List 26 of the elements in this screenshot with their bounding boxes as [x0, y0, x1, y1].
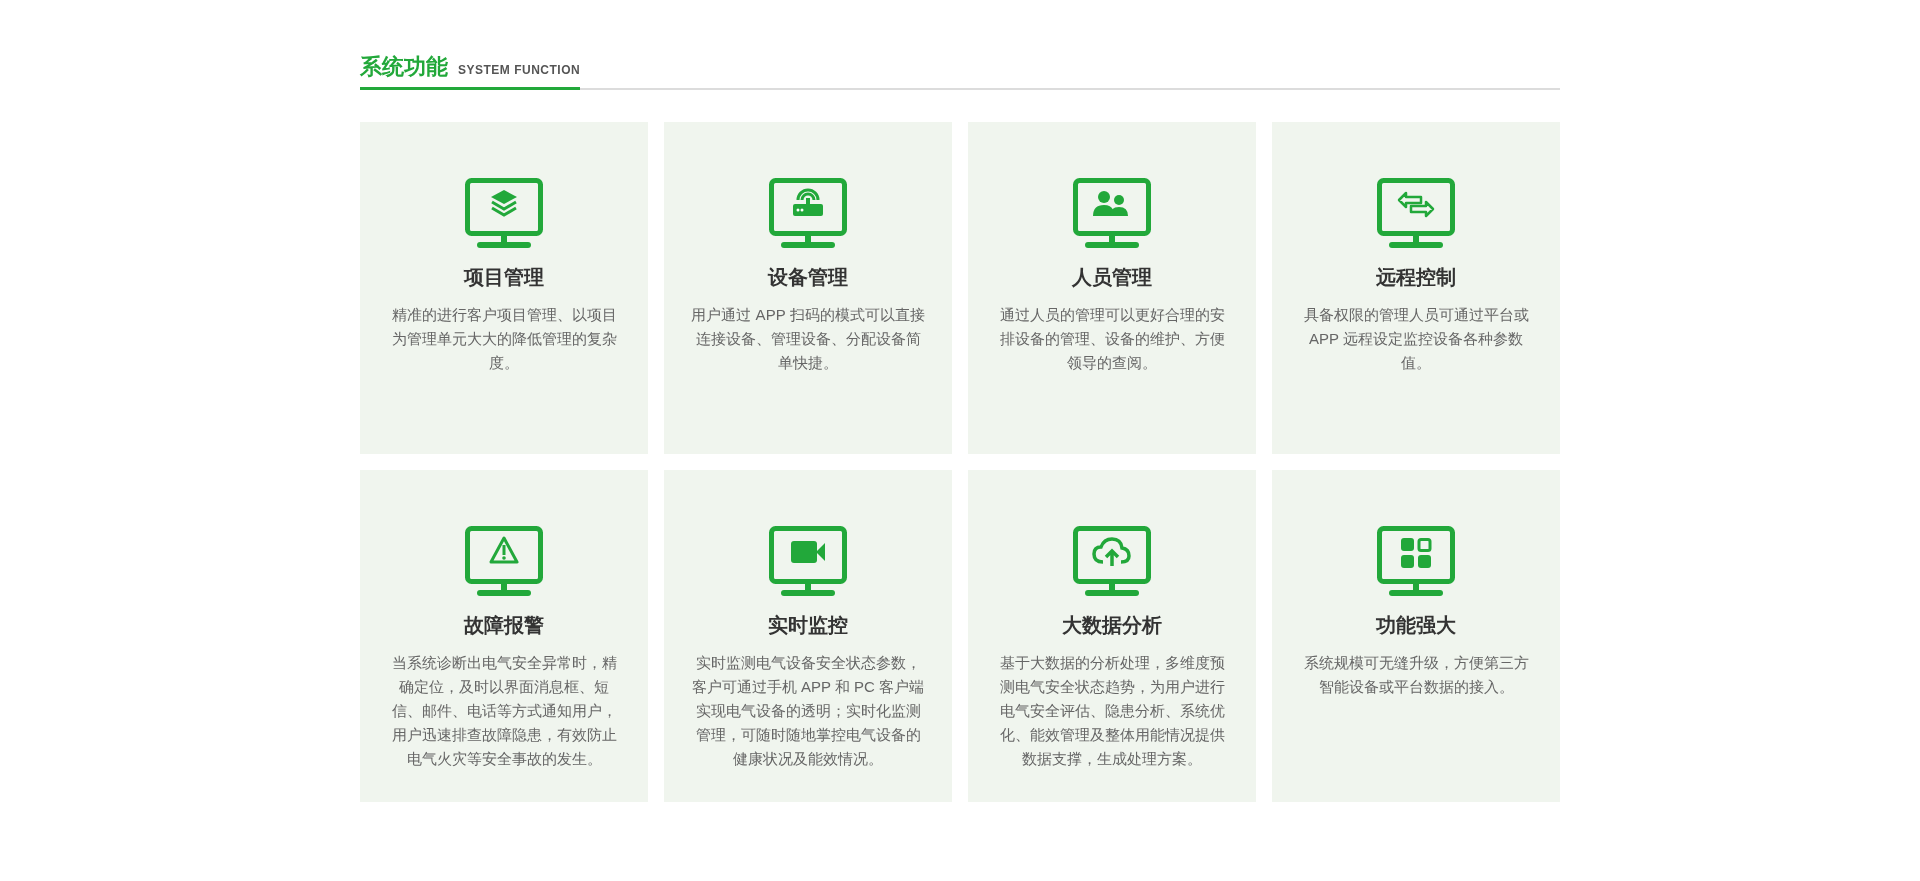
- monitor-warning-icon: [465, 526, 543, 598]
- monitor-cloud-upload-icon: [1073, 526, 1151, 598]
- feature-description: 具备权限的管理人员可通过平台或 APP 远程设定监控设备各种参数值。: [1302, 305, 1530, 373]
- monitor-swap-arrows-icon: [1377, 178, 1455, 250]
- feature-title: 远程控制: [1376, 265, 1456, 290]
- feature-title: 功能强大: [1376, 613, 1456, 638]
- feature-description: 通过人员的管理可以更好合理的安排设备的管理、设备的维护、方便领导的查阅。: [998, 305, 1226, 373]
- section-subtitle: SYSTEM FUNCTION: [458, 63, 581, 77]
- feature-title: 故障报警: [464, 613, 544, 638]
- feature-title: 设备管理: [768, 265, 848, 290]
- feature-description: 用户通过 APP 扫码的模式可以直接连接设备、管理设备、分配设备简单快捷。: [690, 305, 926, 373]
- feature-title: 人员管理: [1072, 265, 1152, 290]
- monitor-layers-icon: [465, 178, 543, 250]
- feature-title: 大数据分析: [1062, 613, 1162, 638]
- feature-description: 系统规模可无缝升级，方便第三方智能设备或平台数据的接入。: [1302, 653, 1530, 697]
- feature-description: 精准的进行客户项目管理、以项目为管理单元大大的降低管理的复杂度。: [390, 305, 618, 373]
- monitor-router-icon: [769, 178, 847, 250]
- feature-description: 当系统诊断出电气安全异常时，精确定位，及时以界面消息框、短信、邮件、电话等方式通知用户，用户迅速排查故障隐患，有效防止电气火灾等安全事故的发生。: [390, 653, 618, 769]
- monitor-users-icon: [1073, 178, 1151, 250]
- section-title: 系统功能: [360, 53, 448, 81]
- monitor-grid-icon: [1377, 526, 1455, 598]
- feature-description: 实时监测电气设备安全状态参数，客户可通过手机 APP 和 PC 客户端实现电气设备的透明；实时化监测管理，可随时随地掌控电气设备的健康状况及能效情况。: [690, 653, 926, 769]
- feature-description: 基于大数据的分析处理，多维度预测电气安全状态趋势，为用户进行电气安全评估、隐患分析、系统优化、能效管理及整体用能情况提供数据支撑，生成处理方案。: [998, 653, 1226, 769]
- feature-title: 实时监控: [768, 613, 848, 638]
- monitor-video-camera-icon: [769, 526, 847, 598]
- feature-title: 项目管理: [464, 265, 544, 290]
